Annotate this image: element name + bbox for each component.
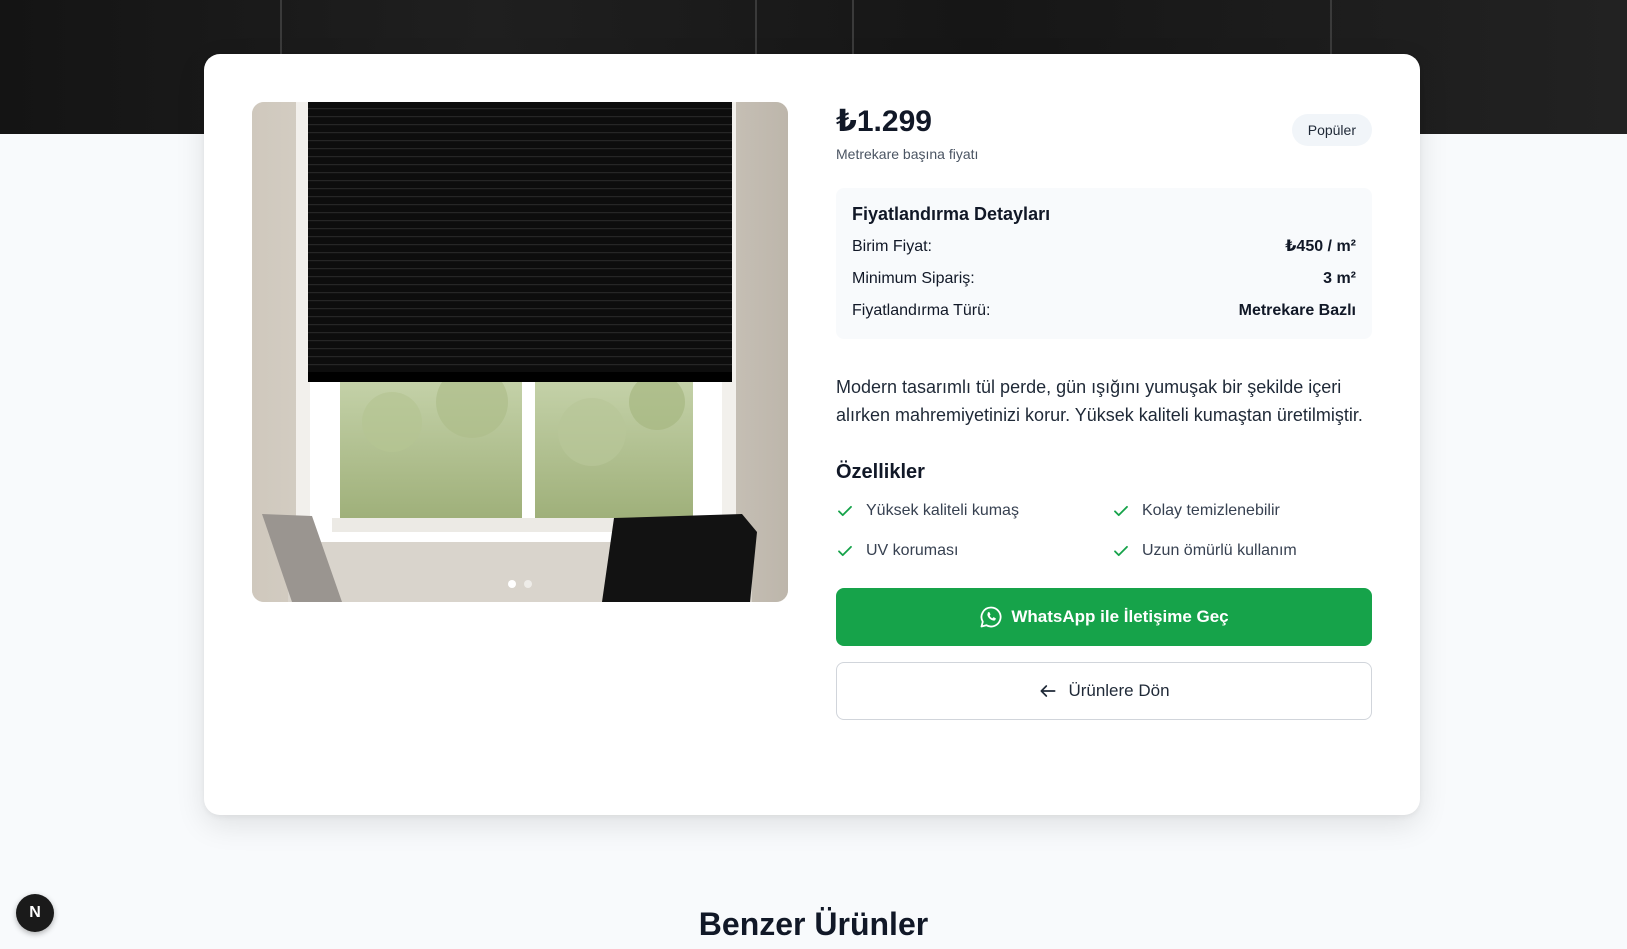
product-price: ₺1.299	[836, 105, 932, 138]
whatsapp-button-label: WhatsApp ile İletişime Geç	[1011, 607, 1229, 626]
check-icon	[838, 505, 852, 517]
feature-item: Yüksek kaliteli kumaş	[836, 500, 1112, 522]
popular-badge: Popüler	[1291, 114, 1372, 146]
pricing-details-box: Fiyatlandırma Detayları Birim Fiyat: ₺45…	[836, 188, 1372, 339]
feature-label: Yüksek kaliteli kumaş	[866, 502, 1019, 519]
feature-label: Kolay temizlenebilir	[1142, 502, 1280, 519]
pricing-row-value: 3 m²	[1323, 270, 1356, 287]
pricing-row-label: Minimum Sipariş:	[852, 270, 975, 287]
pricing-row-minimum-order: Minimum Sipariş: 3 m²	[852, 269, 1356, 289]
check-icon	[838, 545, 852, 557]
check-icon	[1114, 545, 1128, 557]
features-list: Yüksek kaliteli kumaş Kolay temizlenebil…	[836, 500, 1372, 562]
gallery-dot-active[interactable]	[508, 580, 516, 588]
product-image	[252, 102, 788, 602]
whatsapp-icon	[980, 606, 1002, 628]
gallery-pagination	[252, 580, 788, 588]
gallery-dot[interactable]	[524, 580, 532, 588]
pricing-row-label: Fiyatlandırma Türü:	[852, 302, 991, 319]
feature-item: UV koruması	[836, 540, 1112, 562]
pricing-row-label: Birim Fiyat:	[852, 238, 932, 255]
product-image-gallery[interactable]	[252, 102, 788, 602]
product-description: Modern tasarımlı tül perde, gün ışığını …	[836, 377, 1363, 425]
arrow-left-icon	[1040, 685, 1056, 697]
pricing-row-value: ₺450 / m²	[1285, 238, 1356, 255]
product-info: ₺1.299 Metrekare başına fiyatı Popüler F…	[836, 102, 1372, 720]
similar-products-title: Benzer Ürünler	[698, 906, 929, 942]
back-to-products-button[interactable]: Ürünlere Dön	[836, 662, 1372, 720]
check-icon	[1114, 505, 1128, 517]
feature-item: Uzun ömürlü kullanım	[1112, 540, 1372, 562]
features-title: Özellikler	[836, 461, 925, 483]
pricing-row-value: Metrekare Bazlı	[1238, 302, 1356, 319]
feature-label: Uzun ömürlü kullanım	[1142, 542, 1297, 559]
whatsapp-contact-button[interactable]: WhatsApp ile İletişime Geç	[836, 588, 1372, 646]
price-caption: Metrekare başına fiyatı	[836, 146, 979, 162]
feature-item: Kolay temizlenebilir	[1112, 500, 1372, 522]
pricing-row-unit-price: Birim Fiyat: ₺450 / m²	[852, 237, 1356, 257]
back-button-label: Ürünlere Dön	[1068, 681, 1170, 700]
pricing-row-pricing-type: Fiyatlandırma Türü: Metrekare Bazlı	[852, 301, 1356, 321]
product-card: ₺1.299 Metrekare başına fiyatı Popüler F…	[204, 54, 1420, 815]
feature-label: UV koruması	[866, 542, 959, 559]
pricing-details-title: Fiyatlandırma Detayları	[852, 204, 1051, 224]
